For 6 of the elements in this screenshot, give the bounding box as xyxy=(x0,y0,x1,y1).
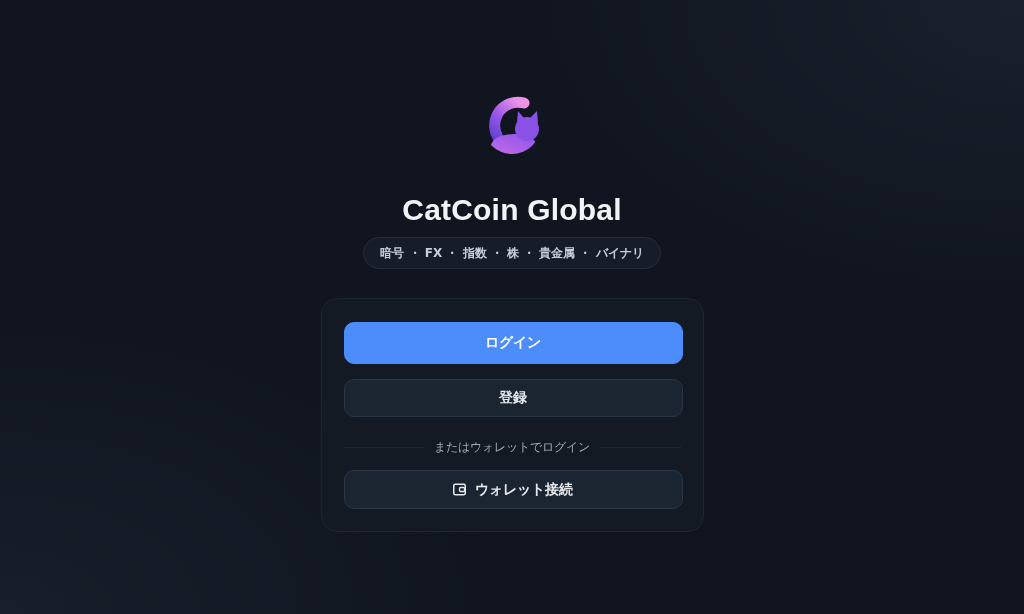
wallet-icon xyxy=(453,483,466,496)
market-tagline: 暗号 ・ FX ・ 指数 ・ 株 ・ 貴金属 ・ バイナリ xyxy=(363,237,661,269)
divider-text: またはウォレットでログイン xyxy=(434,439,590,455)
wallet-connect-button[interactable]: ウォレット接続 xyxy=(343,470,683,509)
register-button[interactable]: 登録 xyxy=(343,379,683,417)
app-title: CatCoin Global xyxy=(402,192,622,228)
